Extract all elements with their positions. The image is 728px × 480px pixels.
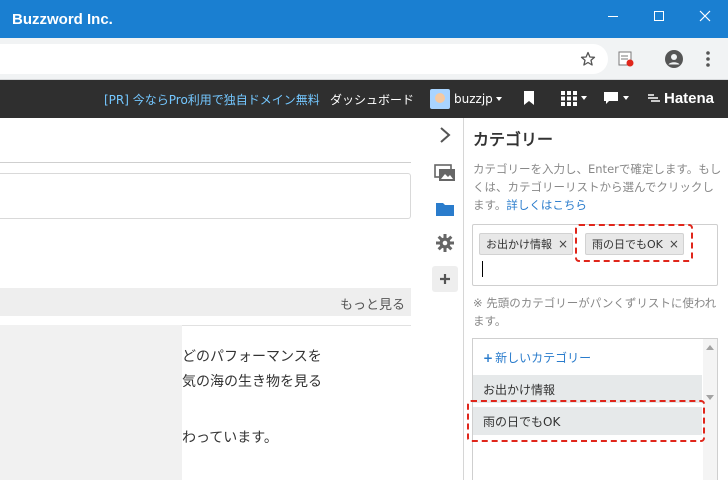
window-titlebar: Buzzword Inc. [0,0,728,38]
title-underline [0,162,411,163]
browser-toolbar [0,38,728,80]
logo-text: Hatena [664,90,715,107]
maximize-icon [654,11,664,21]
card-image-area [0,325,182,480]
close-icon [699,10,711,22]
user-name: buzzjp [454,92,493,106]
card-text: どのパフォーマンスを 気の海の生き物を見る わっています。 [182,325,411,480]
gear-icon[interactable] [432,230,458,256]
panel-title: カテゴリー [473,130,554,149]
window-title: Buzzword Inc. [12,11,113,28]
text-cursor [482,261,483,277]
panel-note: ※ 先頭のカテゴリーがパンくずリストに使われます。 [473,296,717,328]
extension-icon[interactable] [614,47,638,71]
bookmark-icon[interactable] [523,90,535,106]
minimize-icon [608,15,618,17]
promo-link[interactable]: [PR] 今ならPro利用で独自ドメイン無料 [104,91,320,108]
minimize-button[interactable] [590,0,636,32]
details-link[interactable]: 詳しくはこちら [506,198,587,212]
preview-card: どのパフォーマンスを 気の海の生き物を見る わっています。 [0,325,411,480]
image-icon[interactable] [432,160,458,186]
remove-tag-icon[interactable]: × [558,237,568,251]
highlight-box [467,400,705,442]
user-menu[interactable]: buzzjp [430,89,502,109]
close-button[interactable] [682,0,728,32]
plus-icon: + [483,351,494,365]
chevron-down-icon [623,96,629,100]
hatena-logo[interactable]: Hatena [647,90,714,107]
card-line: 気の海の生き物を見る [182,374,322,390]
card-line: どのパフォーマンスを [182,349,322,365]
tag-label: お出かけ情報 [486,238,552,251]
star-icon[interactable] [576,47,600,71]
dashboard-link[interactable]: ダッシュボード [330,91,414,108]
hatena-header: [PR] 今ならPro利用で独自ドメイン無料 ダッシュボード buzzjp Ha… [0,80,728,118]
card-line: わっています。 [182,430,278,446]
chevron-down-icon [581,96,587,100]
more-link[interactable]: もっと見る [340,294,405,313]
new-category-button[interactable]: + 新しいカテゴリー [483,349,591,366]
category-panel: カテゴリー カテゴリーを入力し、Enterで確定します。もしくは、カテゴリーリス… [465,118,728,480]
editor-area: もっと見る どのパフォーマンスを 気の海の生き物を見る わっています。 [0,118,426,480]
chevron-down-icon [495,97,502,101]
notification-icon[interactable] [603,90,629,106]
account-icon[interactable] [662,47,686,71]
avatar [430,89,450,109]
menu-icon[interactable] [696,47,720,71]
category-tag: お出かけ情報 × [479,233,574,255]
highlight-box [575,224,693,262]
new-category-label: 新しいカテゴリー [495,351,592,365]
address-bar[interactable] [0,44,608,74]
sidebar-icon-column [426,118,464,480]
grid-icon[interactable] [561,90,587,106]
editor-input[interactable] [0,173,411,219]
panel-description: カテゴリーを入力し、Enterで確定します。もしくは、カテゴリーリストから選んで… [473,160,723,214]
list-scrollbar[interactable] [703,339,717,480]
plus-icon[interactable] [432,266,458,292]
scroll-up-icon[interactable] [706,345,714,350]
chevron-right-icon[interactable] [432,122,458,148]
scroll-down-icon[interactable] [706,395,714,400]
folder-icon[interactable] [432,196,458,222]
maximize-button[interactable] [636,0,682,32]
section-bar: もっと見る [0,288,411,316]
category-list-item[interactable]: お出かけ情報 [473,375,702,403]
